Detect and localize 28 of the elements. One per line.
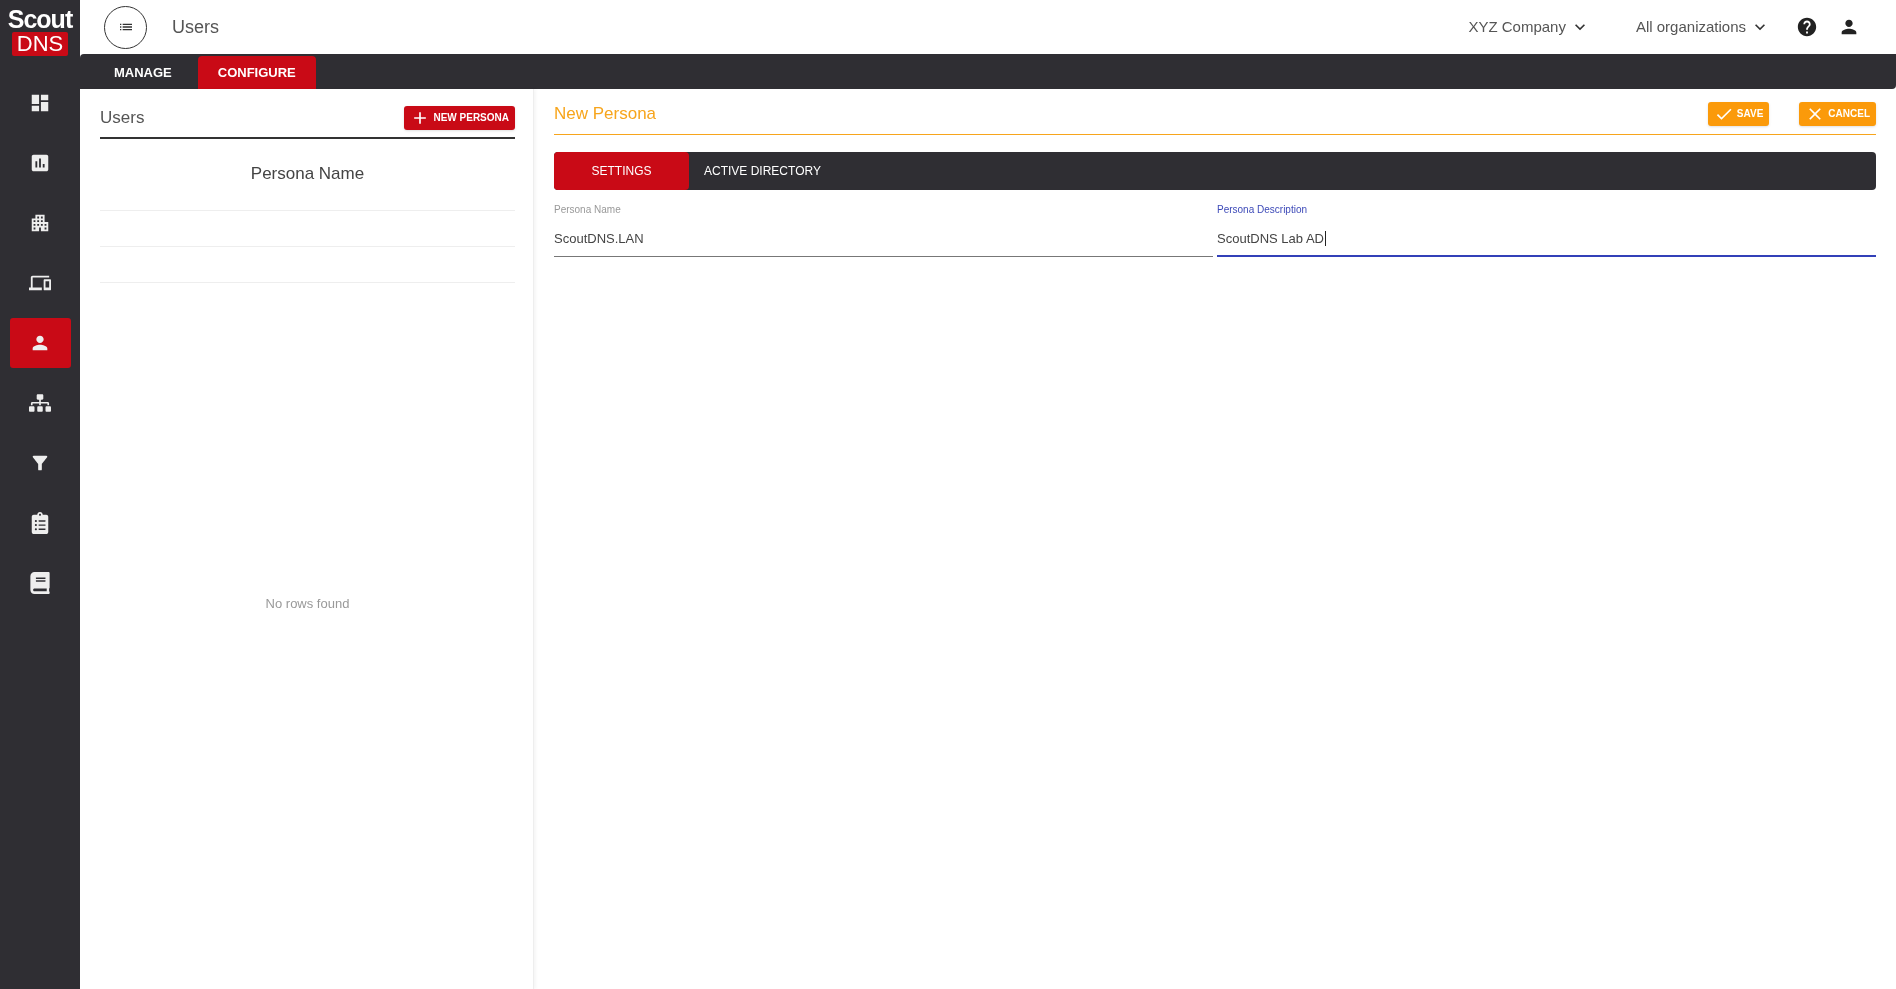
nav-tab[interactable]: MANAGE <box>94 56 192 89</box>
clipboard-icon <box>29 512 51 534</box>
new-persona-button[interactable]: NEW PERSONA <box>404 105 515 130</box>
dashboard-icon <box>29 92 51 114</box>
organization-dropdown[interactable]: All organizations <box>1635 15 1770 39</box>
page-title: Users <box>172 15 219 39</box>
editor-title: New Persona <box>554 103 658 125</box>
logo-badge: DNS <box>11 32 69 56</box>
empty-message: No rows found <box>265 595 350 613</box>
logo-text: Scout <box>7 6 73 32</box>
company-dropdown[interactable]: XYZ Company <box>1468 15 1590 39</box>
field-label: Persona Name <box>554 202 622 217</box>
sitemap-icon <box>29 392 51 414</box>
nav-tab[interactable]: CONFIGURE <box>197 56 316 89</box>
bar-chart-icon <box>29 152 51 174</box>
field-label: Persona Description <box>1217 202 1309 217</box>
editor-tab[interactable]: ACTIVE DIRECTORY <box>689 151 836 190</box>
help-icon[interactable] <box>1796 16 1818 38</box>
field-value: ScoutDNS.LAN <box>554 229 645 248</box>
sidebar-item[interactable] <box>9 318 71 368</box>
building-icon <box>29 212 51 234</box>
editor-tab[interactable]: SETTINGS <box>554 151 689 190</box>
column-header: Persona Name <box>250 163 365 186</box>
text-field[interactable]: Persona Name ScoutDNS.LAN <box>554 201 1213 257</box>
panel-title: Users <box>100 107 145 129</box>
text-field[interactable]: Persona Description ScoutDNS Lab AD <box>1217 201 1876 257</box>
book-icon <box>29 572 51 594</box>
field-value: ScoutDNS Lab AD <box>1217 229 1327 248</box>
